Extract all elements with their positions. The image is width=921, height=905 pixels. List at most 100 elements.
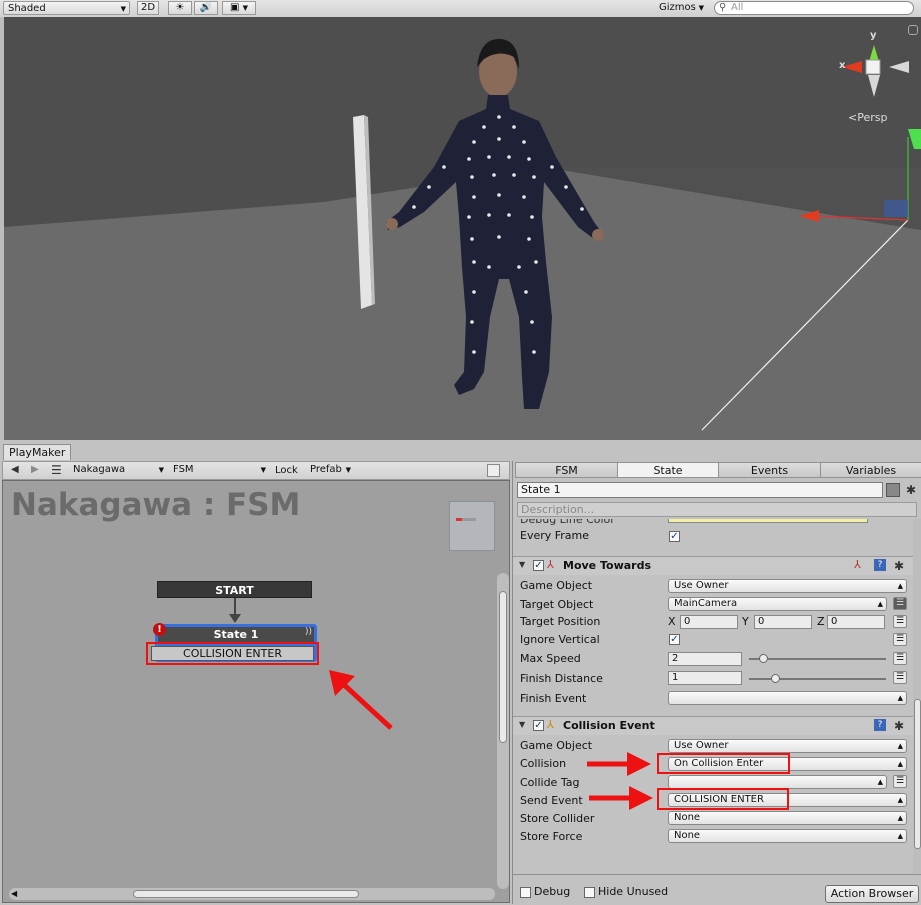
- game-object-dropdown[interactable]: Use Owner ▲: [668, 739, 907, 753]
- ignore-vertical-label: Ignore Vertical: [520, 633, 600, 646]
- store-collider-dropdown[interactable]: None ▲: [668, 811, 907, 825]
- scene-search-input[interactable]: ⚲ All: [714, 1, 914, 15]
- state-inspector: FSM State Events Variables State 1 ✱ Des…: [512, 461, 921, 905]
- lock-button[interactable]: Lock: [275, 465, 298, 476]
- max-speed-field[interactable]: 2: [668, 652, 742, 666]
- state-node-menu-icon: )): [304, 627, 312, 637]
- game-object-label: Game Object: [520, 579, 593, 592]
- game-object-dropdown[interactable]: Use Owner ▲: [668, 579, 907, 593]
- variable-toggle-button[interactable]: ☰: [893, 633, 907, 646]
- audio-toggle-button[interactable]: 🔊: [194, 1, 218, 15]
- fsm-select[interactable]: FSM ▼: [169, 463, 269, 477]
- variable-toggle-button[interactable]: ☰: [893, 671, 907, 684]
- inspector-vertical-scrollbar[interactable]: [913, 519, 921, 873]
- menu-icon[interactable]: ☰: [51, 463, 62, 477]
- finish-distance-slider[interactable]: [749, 678, 886, 680]
- scrollbar-thumb[interactable]: [914, 699, 921, 849]
- store-force-dropdown[interactable]: None ▲: [668, 829, 907, 843]
- help-icon[interactable]: ?: [874, 559, 886, 571]
- forward-arrow-icon[interactable]: ▶: [31, 464, 39, 475]
- max-speed-slider[interactable]: [749, 658, 886, 660]
- highlight-box: COLLISION ENTER: [146, 642, 319, 665]
- fold-triangle-icon[interactable]: ▼: [519, 720, 525, 729]
- graph-horizontal-scrollbar[interactable]: ◀: [9, 888, 495, 900]
- dropdown-arrow-icon: ▼: [260, 466, 266, 474]
- dropdown-arrow-icon: ▲: [897, 742, 903, 750]
- scrollbar-thumb[interactable]: [133, 890, 359, 898]
- dropdown-arrow-icon: ▲: [877, 600, 883, 608]
- gear-icon[interactable]: ✱: [894, 560, 904, 572]
- variable-toggle-button[interactable]: ☰: [893, 597, 907, 610]
- fsm-graph-title: Nakagawa : FSM: [11, 487, 301, 523]
- fsm-graph-canvas[interactable]: Nakagawa : FSM START State 1 )) ! COLLIS…: [2, 480, 510, 903]
- debug-label: Debug: [534, 885, 571, 898]
- collision-event-enable-checkbox[interactable]: ✓: [533, 720, 544, 731]
- projection-toggle[interactable]: <Persp: [848, 111, 887, 124]
- lighting-toggle-button[interactable]: ☀: [168, 1, 192, 15]
- 2d-toggle-button[interactable]: 2D: [137, 1, 159, 15]
- collision-event-header[interactable]: ▼ ✓ ⅄ Collision Event ? ✱: [513, 716, 913, 735]
- finish-event-label: Finish Event: [520, 692, 587, 705]
- collision-event-title: Collision Event: [563, 719, 655, 732]
- state-transition-event[interactable]: COLLISION ENTER: [151, 646, 314, 661]
- collide-tag-dropdown[interactable]: ▲: [668, 775, 887, 789]
- description-field[interactable]: Description...: [517, 502, 917, 517]
- gizmo-lock-icon[interactable]: [908, 25, 918, 35]
- shading-mode-dropdown[interactable]: Shaded ▼: [3, 1, 130, 15]
- effects-toggle-button[interactable]: ▣ ▼: [222, 1, 256, 15]
- target-position-x-field[interactable]: 0: [680, 615, 738, 629]
- dropdown-arrow-icon: ▼: [242, 4, 249, 12]
- image-icon: ▣: [229, 2, 240, 13]
- move-towards-header[interactable]: ▼ ✓ ⅄ Move Towards ⅄ ? ✱: [513, 556, 913, 575]
- gear-icon[interactable]: ✱: [906, 484, 916, 496]
- scrollbar-thumb[interactable]: [499, 591, 507, 743]
- state-color-swatch[interactable]: [886, 483, 900, 497]
- debug-line-color-field[interactable]: [668, 519, 868, 523]
- graph-view-toggle[interactable]: [487, 464, 500, 477]
- variable-toggle-button[interactable]: ☰: [893, 615, 907, 628]
- playmaker-tab[interactable]: PlayMaker: [3, 444, 71, 460]
- shading-mode-label: Shaded: [8, 3, 46, 14]
- gizmos-dropdown[interactable]: Gizmos ▼: [655, 1, 707, 15]
- tab-fsm[interactable]: FSM: [515, 462, 618, 478]
- every-frame-checkbox[interactable]: ✓: [669, 531, 680, 542]
- move-towards-enable-checkbox[interactable]: ✓: [533, 560, 544, 571]
- transform-icon: ⅄: [854, 558, 861, 571]
- target-position-y-field[interactable]: 0: [754, 615, 812, 629]
- dropdown-arrow-icon: ▼: [698, 4, 704, 12]
- ignore-vertical-checkbox[interactable]: ✓: [669, 634, 680, 645]
- variable-toggle-button[interactable]: ☰: [893, 775, 907, 788]
- dropdown-value: Use Owner: [674, 580, 729, 591]
- target-object-dropdown[interactable]: MainCamera ▲: [668, 597, 887, 611]
- slider-knob[interactable]: [759, 654, 768, 663]
- tab-state[interactable]: State: [617, 462, 719, 478]
- hide-unused-checkbox[interactable]: [584, 887, 595, 898]
- graph-vertical-scrollbar[interactable]: [497, 573, 509, 889]
- inspector-bottom-bar: Debug Hide Unused Action Browser: [513, 874, 921, 905]
- game-object-select[interactable]: Nakagawa ▼: [69, 463, 167, 477]
- state-warning-icon[interactable]: !: [153, 623, 166, 636]
- slider-knob[interactable]: [771, 674, 780, 683]
- prefab-dropdown[interactable]: Prefab ▼: [306, 463, 354, 477]
- finish-event-dropdown[interactable]: ▲: [668, 691, 907, 705]
- action-browser-button[interactable]: Action Browser: [825, 885, 919, 903]
- finish-distance-field[interactable]: 1: [668, 671, 742, 685]
- variable-toggle-button[interactable]: ☰: [893, 652, 907, 665]
- back-arrow-icon[interactable]: ◀: [11, 464, 19, 475]
- state-name-field[interactable]: State 1: [517, 482, 883, 498]
- speaker-icon: 🔊: [199, 2, 213, 13]
- move-towards-title: Move Towards: [563, 559, 651, 572]
- debug-checkbox[interactable]: [520, 887, 531, 898]
- tab-events[interactable]: Events: [718, 462, 821, 478]
- dropdown-arrow-icon: ▲: [897, 694, 903, 702]
- graph-minimap[interactable]: [449, 501, 495, 551]
- game-object-label: Game Object: [520, 739, 593, 752]
- target-position-z-field[interactable]: 0: [827, 615, 885, 629]
- scroll-left-icon[interactable]: ◀: [11, 888, 17, 900]
- gear-icon[interactable]: ✱: [894, 720, 904, 732]
- help-icon[interactable]: ?: [874, 719, 886, 731]
- tab-variables[interactable]: Variables: [820, 462, 921, 478]
- scene-viewport[interactable]: y x <Persp: [4, 17, 921, 440]
- start-node[interactable]: START: [157, 581, 312, 598]
- fold-triangle-icon[interactable]: ▼: [519, 560, 525, 569]
